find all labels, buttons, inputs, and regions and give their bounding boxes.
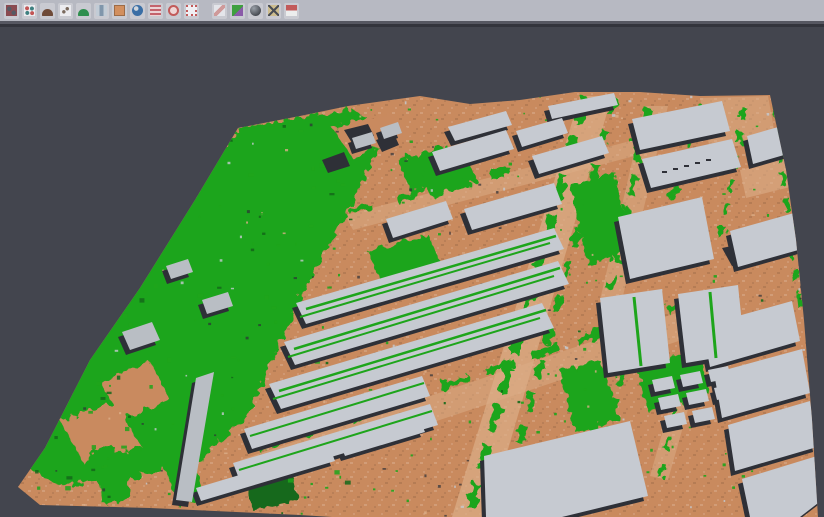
point-cloud-icon	[6, 5, 17, 16]
classified-map-icon	[232, 5, 243, 16]
globe-button[interactable]	[130, 3, 145, 19]
select-box-button[interactable]	[184, 3, 199, 19]
target-icon	[168, 5, 179, 16]
terrain-button[interactable]	[76, 3, 91, 19]
globe-icon	[132, 5, 143, 16]
flag-button[interactable]	[284, 3, 299, 19]
point-cloud-button[interactable]	[4, 3, 19, 19]
sparse-points-icon	[60, 5, 71, 16]
layers-button[interactable]	[148, 3, 163, 19]
layers-icon	[150, 5, 161, 16]
annotation-icon	[268, 5, 279, 16]
sparse-points-button[interactable]	[58, 3, 73, 19]
classified-map-button[interactable]	[230, 3, 245, 19]
clip-cross-icon	[214, 5, 225, 16]
mountain-icon	[42, 9, 53, 16]
profile-button[interactable]	[94, 3, 109, 19]
profile-icon	[96, 5, 107, 16]
flag-icon	[286, 5, 297, 16]
sphere-button[interactable]	[248, 3, 263, 19]
mountain-button[interactable]	[40, 3, 55, 19]
clip-cross-button[interactable]	[212, 3, 227, 19]
select-box-icon	[186, 5, 197, 16]
classify-points-icon	[24, 5, 35, 16]
annotation-button[interactable]	[266, 3, 281, 19]
ortho-image-icon	[114, 5, 125, 16]
application-window	[0, 0, 824, 517]
classify-points-button[interactable]	[22, 3, 37, 19]
point-cloud-render	[0, 27, 824, 517]
terrain-icon	[78, 9, 89, 16]
viewport-3d[interactable]	[0, 27, 824, 517]
ortho-image-button[interactable]	[112, 3, 127, 19]
toolbar	[0, 0, 824, 21]
target-button[interactable]	[166, 3, 181, 19]
sphere-icon	[250, 5, 261, 16]
